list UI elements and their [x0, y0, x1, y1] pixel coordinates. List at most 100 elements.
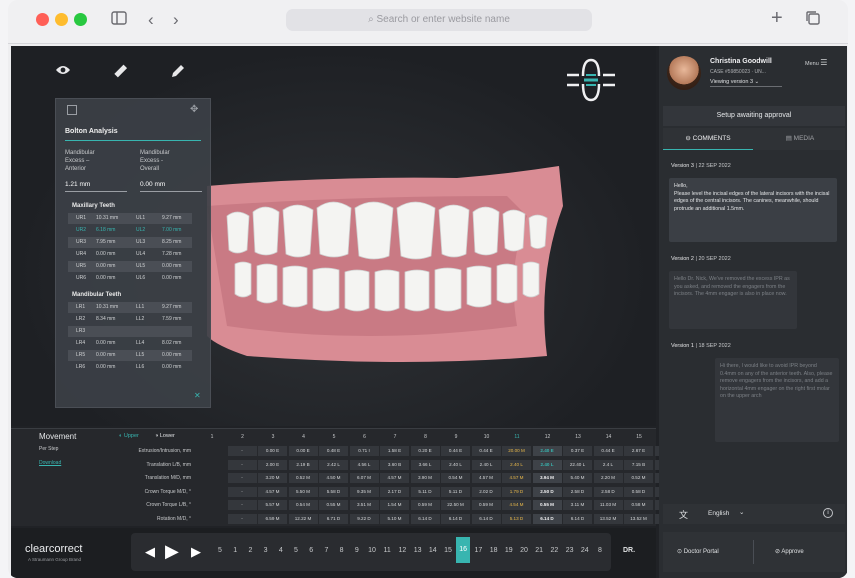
- movement-cell[interactable]: 0.48 E: [319, 446, 348, 456]
- movement-cell[interactable]: 5.13 D: [502, 513, 531, 524]
- movement-cell[interactable]: 2.58 D: [563, 486, 592, 497]
- movement-cell[interactable]: 22.50 M: [441, 500, 470, 510]
- movement-cell[interactable]: -: [227, 459, 257, 470]
- movement-cell[interactable]: 0.58 D: [624, 486, 653, 497]
- ruler-icon[interactable]: [112, 63, 128, 83]
- step-marker[interactable]: 4: [274, 547, 288, 554]
- tooth-row[interactable]: LR2 8.34 mm LL2 7.59 mm: [68, 314, 192, 325]
- step-marker[interactable]: 6: [304, 547, 318, 554]
- movement-cell[interactable]: 3.20 M: [258, 473, 287, 483]
- movement-cell[interactable]: 4.57 M: [471, 473, 501, 483]
- movement-cell[interactable]: 0.00 E: [288, 446, 318, 456]
- tooth-row[interactable]: LR5 0.00 mm LL5 0.00 mm: [68, 350, 192, 361]
- movement-cell[interactable]: 6.14 D: [410, 513, 440, 524]
- step-marker[interactable]: 13: [411, 547, 425, 554]
- movement-cell[interactable]: 2.50 D: [532, 486, 562, 497]
- maximize-window-button[interactable]: [74, 13, 87, 26]
- movement-cell[interactable]: 3.90 M: [410, 473, 440, 483]
- movement-cell[interactable]: 0.59 M: [410, 500, 440, 510]
- movement-cell[interactable]: 0.71 I: [349, 446, 379, 456]
- close-window-button[interactable]: [36, 13, 49, 26]
- tooth-row[interactable]: UR5 0.00 mm UL5 0.00 mm: [68, 261, 192, 272]
- movement-cell[interactable]: 5.11 D: [441, 486, 470, 497]
- panel-dock-icon[interactable]: [67, 105, 77, 115]
- movement-cell[interactable]: -: [227, 513, 257, 524]
- movement-cell[interactable]: 2.58 D: [593, 486, 623, 497]
- lower-toggle[interactable]: ◑ Lower: [155, 433, 175, 439]
- movement-cell[interactable]: 13.52 M: [593, 513, 623, 524]
- info-icon[interactable]: i: [823, 508, 833, 518]
- movement-cell[interactable]: 2.40 L: [441, 459, 470, 470]
- tooth-row[interactable]: UR4 0.00 mm UL4 7.28 mm: [68, 249, 192, 260]
- avatar[interactable]: [667, 56, 701, 90]
- step-marker[interactable]: 24: [578, 547, 592, 554]
- movement-cell[interactable]: 2.19 B: [288, 459, 318, 470]
- movement-cell[interactable]: 3.66 L: [410, 459, 440, 470]
- movement-cell[interactable]: 0.54 M: [288, 500, 318, 510]
- pencil-icon[interactable]: [170, 63, 186, 83]
- step-marker[interactable]: 11: [380, 547, 394, 554]
- movement-cell[interactable]: 0.52 M: [624, 473, 653, 483]
- movement-cell[interactable]: 22.40 L: [563, 459, 592, 470]
- step-marker[interactable]: 23: [563, 547, 577, 554]
- tooth-row[interactable]: UR6 0.00 mm UL6 0.00 mm: [68, 273, 192, 284]
- movement-cell[interactable]: -: [227, 500, 257, 510]
- movement-cell[interactable]: -: [227, 486, 257, 497]
- movement-cell[interactable]: 3.51 M: [349, 500, 379, 510]
- movement-cell[interactable]: 4.57 M: [502, 473, 531, 483]
- movement-cell[interactable]: 0.55 M: [532, 500, 562, 510]
- movement-cell[interactable]: 0.20 E: [410, 446, 440, 456]
- play-icon[interactable]: ▶: [165, 541, 179, 562]
- sidebar-toggle-icon[interactable]: [111, 10, 127, 30]
- movement-cell[interactable]: 6.59 M: [258, 513, 287, 524]
- step-marker[interactable]: 18: [487, 547, 501, 554]
- movement-cell[interactable]: 2.17 D: [380, 486, 409, 497]
- movement-cell[interactable]: 6.14 D: [471, 513, 501, 524]
- 3d-viewport[interactable]: ✥ Bolton Analysis Mandibular Excess – Ante…: [11, 46, 656, 426]
- tooth-row[interactable]: LR1 10.31 mm LL1 9.27 mm: [68, 302, 192, 313]
- movement-cell[interactable]: 1.54 M: [380, 500, 409, 510]
- movement-cell[interactable]: 2.67 E: [624, 446, 653, 456]
- movement-cell[interactable]: 1.79 D: [502, 486, 531, 497]
- movement-cell[interactable]: 5.10 M: [380, 513, 409, 524]
- movement-cell[interactable]: -: [227, 446, 257, 456]
- movement-cell[interactable]: 0.54 M: [441, 473, 470, 483]
- tooth-row[interactable]: LR6 0.00 mm LL6 0.00 mm: [68, 362, 192, 373]
- approve-button[interactable]: ⊘ Approve: [775, 540, 804, 564]
- movement-cell[interactable]: 4.57 M: [258, 486, 287, 497]
- movement-cell[interactable]: 4.50 M: [319, 473, 348, 483]
- movement-cell[interactable]: 5.40 M: [563, 473, 592, 483]
- movement-cell[interactable]: 6.07 M: [349, 473, 379, 483]
- back-icon[interactable]: ‹: [148, 10, 154, 30]
- tooth-row[interactable]: LR4 0.00 mm LL4 8.02 mm: [68, 338, 192, 349]
- movement-cell[interactable]: 12.22 M: [288, 513, 318, 524]
- step-marker[interactable]: 15: [441, 547, 455, 554]
- step-marker[interactable]: 17: [471, 547, 485, 554]
- step-marker[interactable]: 14: [426, 547, 440, 554]
- movement-cell[interactable]: 0.44 E: [471, 446, 501, 456]
- step-marker[interactable]: 19: [502, 547, 516, 554]
- minimize-window-button[interactable]: [55, 13, 68, 26]
- movement-cell[interactable]: 0.52 M: [288, 473, 318, 483]
- movement-cell[interactable]: 5.58 D: [319, 486, 348, 497]
- step-marker[interactable]: 21: [532, 547, 546, 554]
- movement-cell[interactable]: 2.40 E: [532, 446, 562, 456]
- movement-cell[interactable]: 9.22 D: [349, 513, 379, 524]
- tooth-row[interactable]: UR3 7.95 mm UL3 8.25 mm: [68, 237, 192, 248]
- step-marker[interactable]: 22: [547, 547, 561, 554]
- movement-cell[interactable]: 6.14 D: [532, 513, 562, 524]
- movement-cell[interactable]: 2.40 L: [532, 459, 562, 470]
- movement-cell[interactable]: 9.35 M: [349, 486, 379, 497]
- movement-cell[interactable]: 6.71 D: [319, 513, 348, 524]
- movement-cell[interactable]: 2.4 L: [593, 459, 623, 470]
- step-marker[interactable]: 20: [517, 547, 531, 554]
- step-marker[interactable]: 3: [259, 547, 273, 554]
- new-tab-icon[interactable]: +: [771, 8, 783, 28]
- menu-button[interactable]: Menu ☰: [805, 58, 827, 67]
- movement-cell[interactable]: 5.50 M: [288, 486, 318, 497]
- movement-cell[interactable]: 3.11 M: [563, 500, 592, 510]
- forward-icon[interactable]: ›: [173, 10, 179, 30]
- movement-cell[interactable]: 6.14 D: [441, 513, 470, 524]
- movement-cell[interactable]: 7.15 B: [624, 459, 653, 470]
- tooth-row[interactable]: UR1 10.31 mm UL1 9.27 mm: [68, 213, 192, 224]
